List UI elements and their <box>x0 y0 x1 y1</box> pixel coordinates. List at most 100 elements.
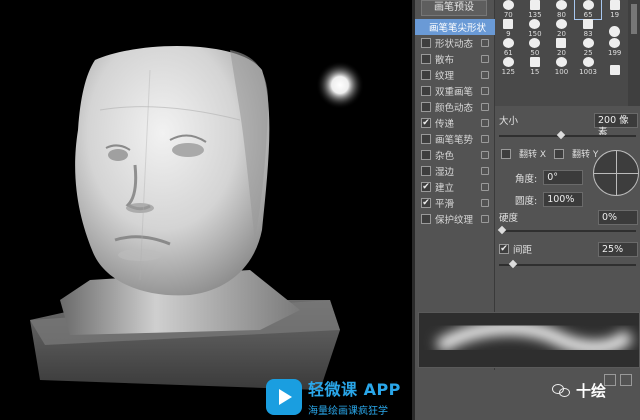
lock-icon[interactable] <box>481 71 489 79</box>
brush-tip-icon <box>503 19 514 29</box>
brush-tip-icon <box>582 57 594 67</box>
lock-icon[interactable] <box>481 183 489 191</box>
brush-tip-size: 20 <box>557 30 566 38</box>
brush-option-item[interactable]: 保护纹理 <box>415 211 495 227</box>
brush-tip-cell[interactable]: 20 <box>548 19 575 38</box>
brush-option-item[interactable]: 颜色动态 <box>415 99 495 115</box>
brush-tip-cell[interactable] <box>601 19 628 38</box>
option-checkbox[interactable] <box>421 150 431 160</box>
option-checkbox[interactable] <box>421 214 431 224</box>
brush-tip-cell[interactable] <box>601 57 628 76</box>
brush-option-list: 画笔笔尖形状 形状动态 散布 纹理 双重画笔 颜色动态 ✔ 传递 画笔笔势 杂色 湿边 ✔ 建立 ✔ 平滑保… <box>415 19 495 227</box>
brush-option-item[interactable]: 画笔笔势 <box>415 131 495 147</box>
brush-tip-cell[interactable]: 125 <box>495 57 522 76</box>
brush-option-item[interactable]: 纹理 <box>415 67 495 83</box>
spacing-input[interactable]: 25% <box>598 241 638 257</box>
option-checkbox[interactable]: ✔ <box>421 182 431 192</box>
lock-icon[interactable] <box>481 151 489 159</box>
brush-tip-cell[interactable]: 25 <box>575 38 602 57</box>
grid-scrollbar[interactable] <box>628 0 640 106</box>
flip-x-checkbox[interactable] <box>501 148 511 159</box>
option-checkbox[interactable] <box>421 38 431 48</box>
brush-preset-button[interactable]: 画笔预设 <box>421 0 487 16</box>
size-slider-track[interactable] <box>499 135 636 137</box>
option-label: 杂色 <box>435 151 455 162</box>
brush-option-item[interactable]: 散布 <box>415 51 495 67</box>
flip-y-checkbox[interactable] <box>554 148 565 159</box>
lock-icon[interactable] <box>481 119 489 127</box>
option-label: 湿边 <box>435 167 455 178</box>
brush-tip-cell[interactable]: 19 <box>601 0 628 19</box>
brush-tip-cell[interactable]: 50 <box>522 38 549 57</box>
lock-icon[interactable] <box>481 215 489 223</box>
spacing-checkbox[interactable]: ✔ <box>499 244 509 254</box>
canvas-area[interactable]: 轻微课 APP 海量绘画课疯狂学 <box>0 0 412 420</box>
brush-tip-size: 15 <box>530 68 540 76</box>
lock-icon[interactable] <box>481 55 489 63</box>
lock-icon[interactable] <box>481 167 489 175</box>
brush-tip-cell[interactable]: 9 <box>495 19 522 38</box>
eye-left <box>108 149 128 161</box>
size-slider-handle[interactable] <box>556 130 565 140</box>
spacing-label: 间距 <box>513 245 533 256</box>
hardness-input[interactable]: 0% <box>598 209 638 225</box>
brush-tip-cell[interactable]: 150 <box>522 19 549 38</box>
brush-option-item[interactable]: 双重画笔 <box>415 83 495 99</box>
lock-icon[interactable] <box>481 199 489 207</box>
option-label: 纹理 <box>435 71 455 82</box>
flip-y-label: 翻转 Y <box>572 150 599 160</box>
brush-option-item[interactable]: 湿边 <box>415 163 495 179</box>
brush-tip-cell[interactable]: 135 <box>522 0 549 19</box>
trash-icon[interactable] <box>620 374 632 386</box>
brush-tip-cell[interactable]: 61 <box>495 38 522 57</box>
brush-tip-cell[interactable]: 80 <box>548 0 575 19</box>
brush-tip-cell[interactable]: 83 <box>575 19 602 38</box>
brush-tip-cell[interactable]: 20 <box>548 38 575 57</box>
size-input[interactable]: 200 像素 <box>594 112 638 138</box>
brush-tip-cell[interactable]: 70 <box>495 0 522 19</box>
brush-tip-size: 9 <box>506 30 511 38</box>
option-label: 平滑 <box>435 199 455 210</box>
option-checkbox[interactable]: ✔ <box>421 198 431 208</box>
brush-option-item[interactable]: ✔ 传递 <box>415 115 495 131</box>
brush-option-item[interactable]: ✔ 平滑 <box>415 195 495 211</box>
option-checkbox[interactable] <box>421 134 431 144</box>
scroll-thumb[interactable] <box>631 4 637 34</box>
roundness-input[interactable]: 100% <box>543 192 584 207</box>
brush-tip-cell[interactable]: 1003 <box>575 57 602 76</box>
brush-option-item[interactable]: 杂色 <box>415 147 495 163</box>
option-checkbox[interactable]: ✔ <box>421 118 431 128</box>
brush-tip-cell[interactable]: 199 <box>601 38 628 57</box>
angle-roundness-widget[interactable] <box>593 150 639 196</box>
brush-tip-cell[interactable]: 65 <box>573 0 603 20</box>
brush-option-item[interactable]: 形状动态 <box>415 35 495 51</box>
angle-input[interactable]: 0° <box>543 170 584 185</box>
brush-tip-icon <box>609 0 620 10</box>
brand-name: 十绘 <box>576 382 607 400</box>
lock-icon[interactable] <box>481 87 489 95</box>
brush-tip-size: 150 <box>528 30 542 38</box>
lock-icon[interactable] <box>481 39 489 47</box>
option-label: 散布 <box>435 55 455 66</box>
brush-tip-cell[interactable]: 15 <box>522 57 549 76</box>
option-label: 保护纹理 <box>435 215 474 226</box>
hardness-slider-handle[interactable] <box>497 225 507 235</box>
stroke-sample <box>435 320 634 355</box>
lock-icon[interactable] <box>481 135 489 143</box>
option-checkbox[interactable] <box>421 102 431 112</box>
option-checkbox[interactable] <box>421 86 431 96</box>
lock-icon[interactable] <box>481 103 489 111</box>
hardness-slider-track[interactable] <box>499 230 636 232</box>
brush-tip-icon <box>609 65 620 75</box>
brush-tip-cell[interactable]: 100 <box>548 57 575 76</box>
brush-tip-icon <box>555 57 567 67</box>
option-checkbox[interactable] <box>421 54 431 64</box>
option-checkbox[interactable] <box>421 166 431 176</box>
brush-tip-size: 70 <box>503 11 513 19</box>
spacing-slider-track[interactable] <box>499 264 636 266</box>
brush-tip-size: 1003 <box>579 68 597 76</box>
spacing-slider-handle[interactable] <box>508 259 517 269</box>
brush-option-item[interactable]: 画笔笔尖形状 <box>415 19 495 35</box>
option-checkbox[interactable] <box>421 70 431 80</box>
brush-option-item[interactable]: ✔ 建立 <box>415 179 495 195</box>
